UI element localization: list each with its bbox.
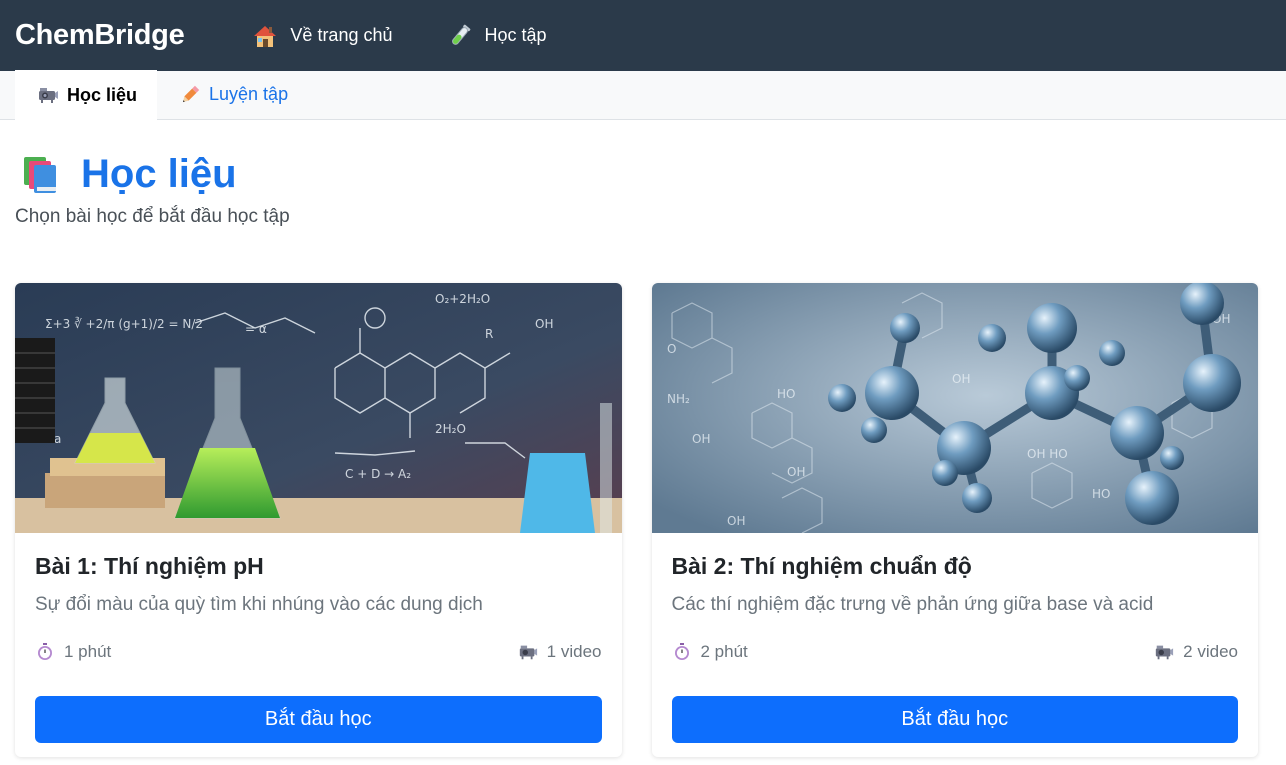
- svg-text:= α: = α: [245, 322, 267, 336]
- page-title-text: Học liệu: [81, 151, 237, 196]
- lesson-video-count-text: 2 video: [1183, 642, 1238, 661]
- page-subtitle: Chọn bài học để bắt đầu học tập: [15, 206, 290, 227]
- lesson-duration: 2 phút: [672, 642, 748, 662]
- svg-text:HO: HO: [1092, 487, 1110, 501]
- svg-text:OH: OH: [727, 514, 745, 528]
- start-lesson-button[interactable]: Bắt đầu học: [35, 696, 602, 743]
- nav-study-label: Học tập: [484, 25, 547, 45]
- nav-home-label: Về trang chủ: [290, 25, 393, 45]
- svg-text:OH: OH: [787, 465, 805, 479]
- lesson-meta: 1 phút 1 video: [35, 640, 602, 664]
- tab-hoc-lieu[interactable]: Học liệu: [15, 70, 158, 120]
- tab-hoc-lieu-label: Học liệu: [67, 84, 138, 105]
- page-header: Học liệu Chọn bài học để bắt đầu học tập: [0, 120, 1286, 228]
- brand-logo[interactable]: ChemBridge: [15, 19, 185, 52]
- svg-text:OH: OH: [952, 372, 970, 386]
- top-navbar: ChemBridge Về trang chủ Học tập: [0, 0, 1286, 71]
- svg-text:Σ+3 ∛ +2/π (g+1)/2 = N/2: Σ+3 ∛ +2/π (g+1)/2 = N/2: [45, 317, 203, 331]
- svg-text:R: R: [485, 327, 493, 341]
- projector-icon: [37, 84, 59, 106]
- svg-text:NH₂: NH₂: [667, 392, 690, 406]
- books-icon: [15, 150, 65, 198]
- chalkboard-lab-image: Σ+3 ∛ +2/π (g+1)/2 = N/2 = α O₂+2H₂O R O…: [15, 283, 622, 533]
- svg-text:2H₂O: 2H₂O: [435, 422, 466, 436]
- projector-icon: [518, 642, 538, 662]
- nav-study-link[interactable]: Học tập: [447, 23, 547, 49]
- svg-text:OH: OH: [692, 432, 710, 446]
- lesson-title: Bài 1: Thí nghiệm pH: [35, 553, 264, 579]
- page-title: Học liệu: [15, 150, 1271, 198]
- lesson-video-count: 2 video: [1154, 642, 1238, 662]
- nav-home-link[interactable]: Về trang chủ: [252, 23, 393, 49]
- svg-text:O₂+2H₂O: O₂+2H₂O: [435, 292, 490, 306]
- lesson-title: Bài 2: Thí nghiệm chuẩn độ: [671, 553, 972, 579]
- lesson-description: Sự đổi màu của quỳ tìm khi nhúng vào các…: [35, 594, 483, 615]
- lesson-duration-text: 2 phút: [700, 642, 748, 661]
- stopwatch-icon: [672, 642, 692, 662]
- lesson-duration-text: 1 phút: [64, 642, 112, 661]
- projector-icon: [1154, 642, 1174, 662]
- svg-text:C + D → A₂: C + D → A₂: [345, 467, 411, 481]
- tab-luyen-tap[interactable]: Luyện tập: [157, 70, 308, 119]
- house-icon: [252, 23, 278, 49]
- lesson-video-count-text: 1 video: [546, 642, 602, 661]
- pencil-icon: [179, 84, 201, 106]
- lesson-video-count: 1 video: [518, 642, 602, 662]
- molecule-image: O NH₂ OH HO OH OH OH OH HO HO OH: [651, 283, 1258, 533]
- svg-text:O: O: [667, 342, 676, 356]
- lesson-description: Các thí nghiệm đặc trưng về phản ứng giữ…: [671, 594, 1154, 615]
- svg-text:OH HO: OH HO: [1027, 447, 1068, 461]
- lesson-duration: 1 phút: [35, 642, 111, 662]
- svg-text:OH: OH: [535, 317, 553, 331]
- start-lesson-button[interactable]: Bắt đầu học: [671, 696, 1238, 743]
- tab-luyen-tap-label: Luyện tập: [209, 84, 289, 104]
- stopwatch-icon: [35, 642, 55, 662]
- lesson-card: Σ+3 ∛ +2/π (g+1)/2 = N/2 = α O₂+2H₂O R O…: [15, 283, 622, 757]
- lesson-card: O NH₂ OH HO OH OH OH OH HO HO OH Bài 2: …: [651, 283, 1258, 757]
- tab-bar: Học liệu Luyện tập: [0, 70, 1286, 120]
- svg-text:HO: HO: [777, 387, 795, 401]
- lesson-card-grid: Σ+3 ∛ +2/π (g+1)/2 = N/2 = α O₂+2H₂O R O…: [15, 283, 1258, 757]
- lesson-meta: 2 phút 2 video: [672, 640, 1238, 664]
- test-tube-icon: [447, 23, 473, 49]
